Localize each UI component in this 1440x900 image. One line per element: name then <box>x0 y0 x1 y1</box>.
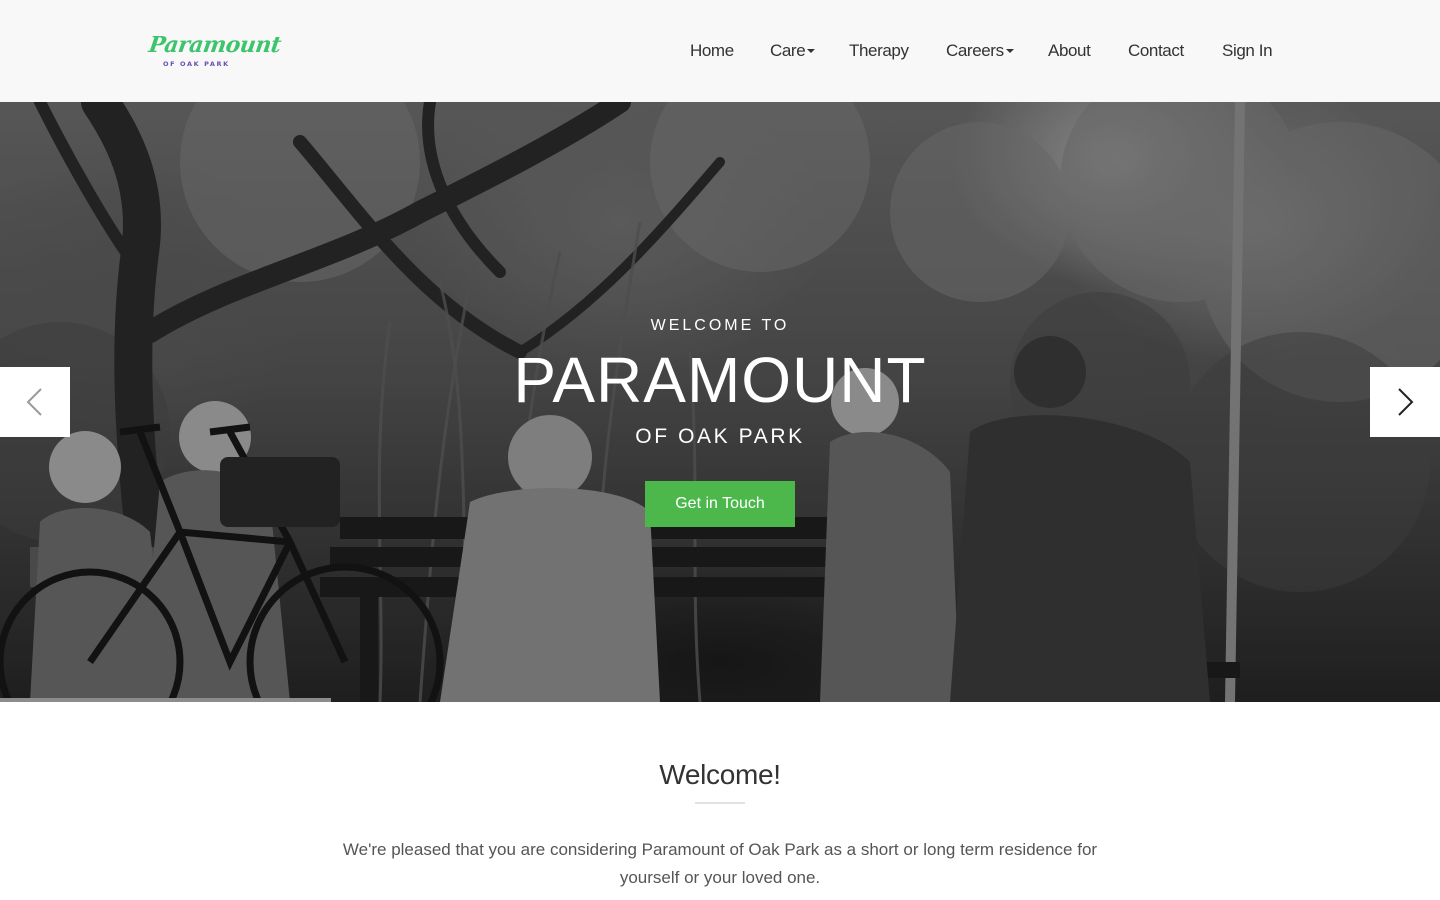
carousel-prev-button[interactable] <box>0 367 70 437</box>
nav-item-label: Contact <box>1128 41 1184 60</box>
nav-item-label: Care <box>770 41 806 60</box>
heading-divider <box>695 802 745 804</box>
nav-item-home[interactable]: Home <box>690 38 734 64</box>
welcome-paragraph: We're pleased that you are considering P… <box>342 840 1098 887</box>
hero-carousel: WELCOME TO PARAMOUNT OF OAK PARK Get in … <box>0 102 1440 702</box>
nav-item-label: Careers <box>946 41 1004 60</box>
nav-item-therapy[interactable]: Therapy <box>849 38 909 64</box>
chevron-right-icon <box>1398 388 1414 416</box>
carousel-next-button[interactable] <box>1370 367 1440 437</box>
hero-title: PARAMOUNT <box>513 344 927 416</box>
nav-item-label: Home <box>690 41 734 60</box>
site-header: Paramount OF OAK PARK Home Care Therapy … <box>0 0 1440 102</box>
nav-item-label: About <box>1048 41 1091 60</box>
slide-progress-bar <box>0 698 332 702</box>
nav-item-careers[interactable]: Careers <box>946 38 1014 64</box>
chevron-left-icon <box>26 388 42 416</box>
nav-item-care[interactable]: Care <box>770 38 816 64</box>
hero-subtitle: OF OAK PARK <box>635 425 805 448</box>
nav-item-label: Sign In <box>1222 41 1273 60</box>
get-in-touch-button[interactable]: Get in Touch <box>645 481 795 527</box>
nav-item-label: Therapy <box>849 41 909 60</box>
main-nav: Home Care Therapy Careers About Contact … <box>0 38 1440 64</box>
nav-item-sign-in[interactable]: Sign In <box>1222 38 1273 64</box>
caret-down-icon <box>1005 48 1014 53</box>
hero-kicker: WELCOME TO <box>650 317 790 334</box>
welcome-heading: Welcome! <box>659 759 781 790</box>
nav-item-contact[interactable]: Contact <box>1128 38 1184 64</box>
nav-item-about[interactable]: About <box>1048 38 1091 64</box>
hero-caption: WELCOME TO PARAMOUNT OF OAK PARK Get in … <box>0 102 1440 702</box>
caret-down-icon <box>807 48 816 53</box>
